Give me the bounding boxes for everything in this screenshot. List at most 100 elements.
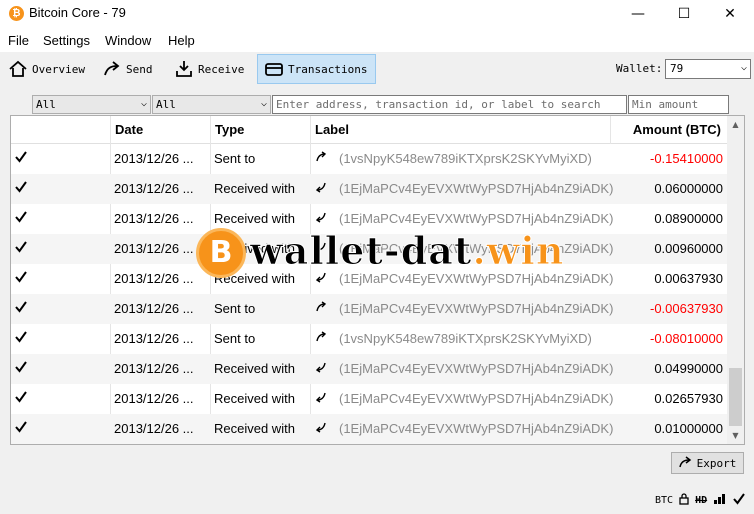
table-row[interactable]: 2013/12/26 ... Received with (1EjMaPCv4EyE… xyxy=(11,174,727,204)
row-type: Sent to xyxy=(214,331,256,346)
hd-disabled-icon: HD xyxy=(695,494,708,506)
export-button[interactable]: Export xyxy=(671,452,744,474)
send-arrow-icon xyxy=(102,59,122,79)
row-label: (1EjMaPCv4EyEVXWtWyPSD7HjAb4nZ9iADK) xyxy=(315,174,615,204)
vertical-scrollbar[interactable]: ▲ ▼ xyxy=(727,116,744,444)
transactions-table: Date Type Label Amount (BTC) 2013/12/26 … xyxy=(10,115,745,445)
header-label[interactable]: Label xyxy=(311,116,611,144)
table-row[interactable]: 2013/12/26 ... Sent to (1vsNpyK548ew789iKT… xyxy=(11,144,727,174)
chevron-down-icon: ⌵ xyxy=(140,98,147,109)
row-type: Received with xyxy=(214,241,295,256)
check-icon xyxy=(15,414,35,444)
network-icon xyxy=(713,493,727,508)
row-type: Sent to xyxy=(214,151,256,166)
header-status[interactable] xyxy=(11,116,111,144)
row-amount: -0.08010000 xyxy=(649,331,723,346)
row-amount: 0.08900000 xyxy=(654,211,723,226)
filter-bar: All ⌵ All ⌵ Enter address, transaction i… xyxy=(0,95,754,115)
row-address: (1EjMaPCv4EyEVXWtWyPSD7HjAb4nZ9iADK) xyxy=(339,271,614,286)
row-amount: 0.01000000 xyxy=(654,421,723,436)
row-date: 2013/12/26 ... xyxy=(114,361,194,376)
row-date: 2013/12/26 ... xyxy=(114,241,194,256)
check-icon xyxy=(15,264,35,294)
row-label: (1EjMaPCv4EyEVXWtWyPSD7HjAb4nZ9iADK) xyxy=(315,414,615,444)
table-row[interactable]: 2013/12/26 ... Received with (1EjMaPCv4EyE… xyxy=(11,354,727,384)
row-type: Received with xyxy=(214,391,295,406)
row-label: (1vsNpyK548ew789iKTXprsK2SKYvMyiXD) xyxy=(315,144,615,174)
check-icon xyxy=(15,174,35,204)
wallet-selector[interactable]: 79 ⌵ xyxy=(665,59,751,79)
header-type[interactable]: Type xyxy=(211,116,311,144)
table-row[interactable]: 2013/12/26 ... Received with (1EjMaPCv4EyE… xyxy=(11,384,727,414)
row-address: (1EjMaPCv4EyEVXWtWyPSD7HjAb4nZ9iADK) xyxy=(339,421,614,436)
row-address: (1EjMaPCv4EyEVXWtWyPSD7HjAb4nZ9iADK) xyxy=(339,211,614,226)
title-bar: ₿ Bitcoin Core - 79 — ☐ ✕ xyxy=(0,0,754,28)
transactions-button[interactable]: Transactions xyxy=(257,54,376,84)
row-amount: -0.00637930 xyxy=(649,301,723,316)
row-amount: 0.02657930 xyxy=(654,391,723,406)
date-filter-value: All xyxy=(36,98,56,111)
table-row[interactable]: 2013/12/26 ... Received with (1EjMaPCv4EyE… xyxy=(11,264,727,294)
row-address: (1EjMaPCv4EyEVXWtWyPSD7HjAb4nZ9iADK) xyxy=(339,361,614,376)
date-filter-select[interactable]: All ⌵ xyxy=(32,95,151,114)
export-arrow-icon xyxy=(678,455,693,471)
row-amount: 0.06000000 xyxy=(654,181,723,196)
scroll-down-icon[interactable]: ▼ xyxy=(727,427,744,444)
row-date: 2013/12/26 ... xyxy=(114,211,194,226)
window-title: Bitcoin Core - 79 xyxy=(29,5,126,20)
header-date[interactable]: Date xyxy=(111,116,211,144)
row-label: (1EjMaPCv4EyEVXWtWyPSD7HjAb4nZ9iADK) xyxy=(315,384,615,414)
overview-button[interactable]: Overview xyxy=(2,54,91,84)
check-icon xyxy=(15,144,35,174)
table-row[interactable]: 2013/12/26 ... Sent to (1vsNpyK548ew789iKT… xyxy=(11,324,727,354)
header-amount[interactable]: Amount (BTC) xyxy=(611,116,727,144)
row-date: 2013/12/26 ... xyxy=(114,391,194,406)
sent-icon xyxy=(315,294,329,324)
send-button[interactable]: Send xyxy=(96,54,159,84)
sent-icon xyxy=(315,324,329,354)
chevron-down-icon: ⌵ xyxy=(260,98,267,109)
received-icon xyxy=(315,414,329,444)
maximize-button[interactable]: ☐ xyxy=(661,0,707,28)
table-row[interactable]: 2013/12/26 ... Received with (1EjMaPCv4EyE… xyxy=(11,414,727,444)
table-row[interactable]: 2013/12/26 ... Received with (1EjMaPCv4EyE… xyxy=(11,204,727,234)
scroll-thumb[interactable] xyxy=(729,368,742,426)
row-address: (1EjMaPCv4EyEVXWtWyPSD7HjAb4nZ9iADK) xyxy=(339,391,614,406)
receive-button[interactable]: Receive xyxy=(168,54,250,84)
row-amount: 0.04990000 xyxy=(654,361,723,376)
row-amount: -0.15410000 xyxy=(649,151,723,166)
type-filter-select[interactable]: All ⌵ xyxy=(152,95,271,114)
scroll-up-icon[interactable]: ▲ xyxy=(727,116,744,133)
received-icon xyxy=(315,174,329,204)
close-button[interactable]: ✕ xyxy=(707,0,753,28)
row-type: Sent to xyxy=(214,301,256,316)
wallet-card-icon xyxy=(264,59,284,79)
received-icon xyxy=(315,384,329,414)
wallet-selected-value: 79 xyxy=(670,62,684,75)
minimize-button[interactable]: — xyxy=(615,0,661,28)
type-filter-value: All xyxy=(156,98,176,111)
row-date: 2013/12/26 ... xyxy=(114,421,194,436)
row-type: Received with xyxy=(214,271,295,286)
min-amount-input[interactable]: Min amount xyxy=(628,95,729,114)
table-body: 2013/12/26 ... Sent to (1vsNpyK548ew789iKT… xyxy=(11,144,727,444)
row-label: (1EjMaPCv4EyEVXWtWyPSD7HjAb4nZ9iADK) xyxy=(315,354,615,384)
lock-icon xyxy=(679,492,689,508)
menu-settings[interactable]: Settings xyxy=(43,33,90,48)
table-row[interactable]: 2013/12/26 ... Sent to (1EjMaPCv4EyEVXWtWy… xyxy=(11,294,727,324)
row-address: (1vsNpyK548ew789iKTXprsK2SKYvMyiXD) xyxy=(339,331,592,346)
row-amount: 0.00637930 xyxy=(654,271,723,286)
search-input[interactable]: Enter address, transaction id, or label … xyxy=(272,95,627,114)
menu-file[interactable]: File xyxy=(8,33,29,48)
chevron-down-icon: ⌵ xyxy=(740,62,747,73)
menu-window[interactable]: Window xyxy=(105,33,151,48)
sent-icon xyxy=(315,144,329,174)
check-icon xyxy=(15,204,35,234)
unit-label[interactable]: BTC xyxy=(655,495,673,506)
menu-help[interactable]: Help xyxy=(168,33,195,48)
row-label: (1EjMaPCv4EyEVXWtWyPSD7HjAb4nZ9iADK) xyxy=(315,204,615,234)
row-type: Received with xyxy=(214,421,295,436)
row-address: (1EjMaPCv4EyEVXWtWyPSD7HjAb4nZ9iADK) xyxy=(339,301,614,316)
table-row[interactable]: 2013/12/26 ... Received with (1EjMaPCv4EyE… xyxy=(11,234,727,264)
received-icon xyxy=(315,354,329,384)
